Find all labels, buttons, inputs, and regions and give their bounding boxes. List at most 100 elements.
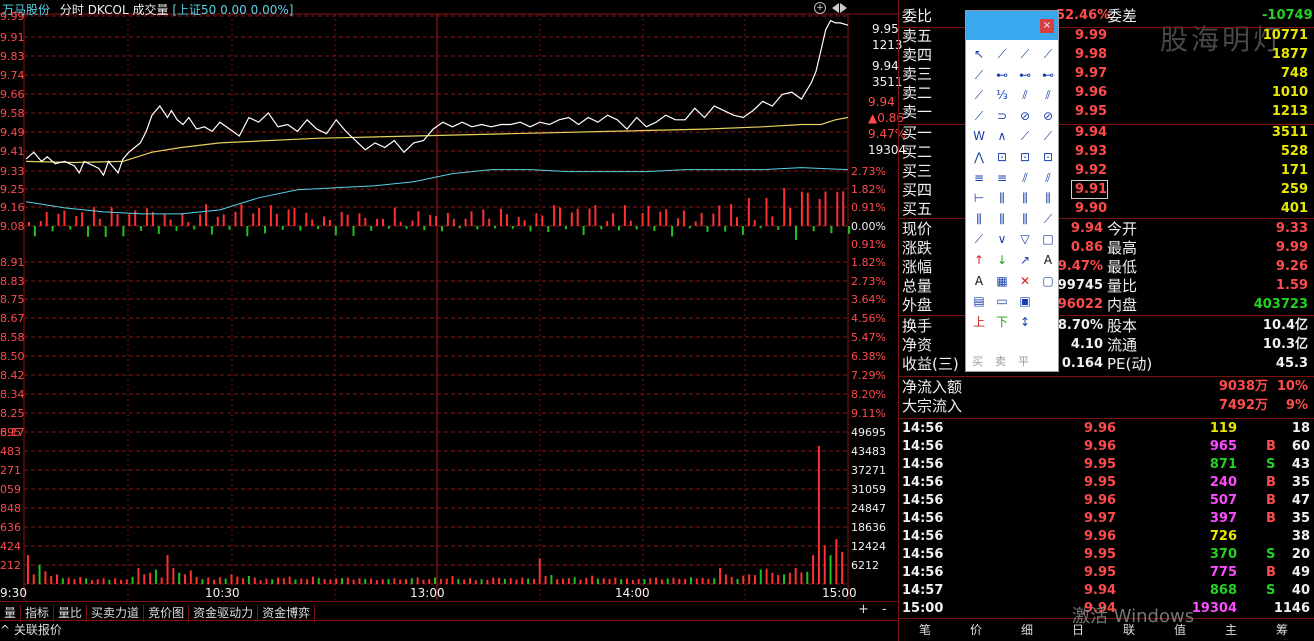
- cycle-icon[interactable]: ⫼: [993, 189, 1011, 207]
- arrow-line-icon[interactable]: ⟋: [970, 66, 988, 84]
- level-price[interactable]: 9.99: [1075, 27, 1107, 45]
- speed-line-icon[interactable]: ⫽: [1016, 169, 1034, 187]
- h-line-icon[interactable]: ⊷: [1016, 66, 1034, 84]
- stat-label: 收益(三): [902, 355, 959, 373]
- fib-retrace-icon[interactable]: ≡: [970, 169, 988, 187]
- text-icon[interactable]: A: [1039, 251, 1057, 269]
- dkcol-bar: [635, 226, 638, 230]
- box-time-icon[interactable]: ⫼: [993, 210, 1011, 228]
- circle-icon[interactable]: ⊘: [1016, 107, 1034, 125]
- down-mark-icon[interactable]: 下: [993, 313, 1011, 331]
- cycle3-icon[interactable]: ⫼: [1039, 189, 1057, 207]
- intraday-chart[interactable]: 9.999.919.839.749.669.589.499.419.339.25…: [0, 0, 900, 641]
- h-segment-icon[interactable]: ⊷: [1039, 66, 1057, 84]
- indicator-label[interactable]: DKCOL: [88, 3, 129, 17]
- blank-icon[interactable]: [1039, 292, 1057, 310]
- ruler-icon[interactable]: ▤: [970, 292, 988, 310]
- side-tab[interactable]: 筹: [1259, 621, 1305, 638]
- level-label: 卖一: [902, 103, 933, 121]
- fib-time-icon[interactable]: ⫼: [970, 210, 988, 228]
- trade-flag: S: [1266, 583, 1276, 598]
- volume-bar: [672, 577, 675, 584]
- fan2-icon[interactable]: ⟋: [1039, 127, 1057, 145]
- ellipse-icon[interactable]: ⊘: [1039, 107, 1057, 125]
- flat-mark-icon[interactable]: ↕: [1016, 313, 1034, 331]
- zigzag-icon[interactable]: ∧: [993, 127, 1011, 145]
- fib-third-icon[interactable]: ⅓: [993, 86, 1011, 104]
- level-price[interactable]: 9.96: [1075, 84, 1107, 102]
- price-tag-icon[interactable]: ▣: [1016, 292, 1034, 310]
- gann-icon[interactable]: ⋀: [970, 148, 988, 166]
- down-tri-icon[interactable]: ∨: [993, 230, 1011, 248]
- dkcol-bar: [246, 226, 249, 237]
- stat-label: PE(动): [1107, 355, 1153, 373]
- level-price[interactable]: 9.98: [1075, 46, 1107, 64]
- up-caret-icon[interactable]: ^: [0, 621, 10, 640]
- dkcol-bar: [81, 212, 84, 226]
- parallel-icon[interactable]: ⊷: [993, 66, 1011, 84]
- wave-icon[interactable]: W: [970, 127, 988, 145]
- pct-axis-label: 8.20%: [851, 388, 886, 401]
- side-tab[interactable]: 主: [1208, 621, 1254, 638]
- drawing-toolbox[interactable]: × ↖ ⟋ ⟋ ⟋ ⟋ ⊷ ⊷ ⊷ ⟋ ⅓ ⫽ ⫽ ⟋ ⊃ ⊘ ⊘ W ∧ ⟋ ⟋ ⋀ ⊡ ⊡ ⊡ ≡ ≡ ⫽ ⫽ ⊢ ⫼ ⫼ ⫼ ⫼ ⫼ ⫼ ⟋ ⟋ ∨…: [965, 10, 1059, 372]
- volume-bar: [643, 579, 646, 584]
- fib-ext-icon[interactable]: ≡: [993, 169, 1011, 187]
- level-price[interactable]: 9.90: [1075, 200, 1107, 218]
- gp-box-icon[interactable]: ⊡: [993, 148, 1011, 166]
- up-mark-icon[interactable]: 上: [970, 313, 988, 331]
- period-icon[interactable]: ⊢: [970, 189, 988, 207]
- level-price[interactable]: 9.93: [1075, 143, 1107, 161]
- cross-arrow-icon[interactable]: ↗: [1016, 251, 1034, 269]
- settings-icon[interactable]: +: [814, 2, 826, 14]
- angle2-icon[interactable]: ⟋: [970, 230, 988, 248]
- speed-line2-icon[interactable]: ⫽: [1039, 169, 1057, 187]
- angle-icon[interactable]: ⟋: [1039, 210, 1057, 228]
- cycle2-icon[interactable]: ⫼: [1016, 189, 1034, 207]
- level-price[interactable]: 9.92: [1075, 162, 1107, 180]
- segment-icon[interactable]: ⟋: [1039, 45, 1057, 63]
- stock-name[interactable]: 万马股份: [2, 3, 50, 17]
- stat-label: 内盘: [1107, 296, 1138, 314]
- triangle-icon[interactable]: ▽: [1016, 230, 1034, 248]
- small-box-icon[interactable]: ▢: [1039, 272, 1057, 290]
- ray-icon[interactable]: ⟋: [1016, 45, 1034, 63]
- cross-line-icon[interactable]: ⟋: [970, 107, 988, 125]
- dkcol-bar: [606, 220, 609, 226]
- label-icon[interactable]: ▭: [993, 292, 1011, 310]
- arc-icon[interactable]: ⊃: [993, 107, 1011, 125]
- price-axis-label: 9.16: [0, 201, 25, 214]
- zoom-in-button[interactable]: +: [858, 602, 869, 617]
- time-icon[interactable]: ⫼: [1016, 210, 1034, 228]
- prev-arrow-icon[interactable]: [832, 3, 839, 13]
- mode-label[interactable]: 分时: [60, 3, 84, 17]
- level-price[interactable]: 9.95: [1075, 103, 1107, 121]
- fan-icon[interactable]: ⟋: [1016, 127, 1034, 145]
- zoom-out-button[interactable]: -: [882, 602, 887, 617]
- up-arrow-icon[interactable]: ↑: [970, 251, 988, 269]
- down-arrow-icon[interactable]: ↓: [993, 251, 1011, 269]
- ga-box-icon[interactable]: ⊡: [1016, 148, 1034, 166]
- delete-icon[interactable]: ✕: [1016, 272, 1034, 290]
- line-icon[interactable]: ⟋: [993, 45, 1011, 63]
- pointer-icon[interactable]: ↖: [970, 45, 988, 63]
- side-tab[interactable]: 细: [1004, 621, 1050, 638]
- rectangle-icon[interactable]: □: [1039, 230, 1057, 248]
- blank2-icon[interactable]: [1039, 313, 1057, 331]
- next-arrow-icon[interactable]: [840, 3, 847, 13]
- channel2-icon[interactable]: ⫽: [1039, 86, 1057, 104]
- channel-icon[interactable]: ⫽: [1016, 86, 1034, 104]
- note-icon[interactable]: ▦: [993, 272, 1011, 290]
- toolbox-close-button[interactable]: ×: [1040, 19, 1054, 33]
- volume-bar: [218, 577, 221, 584]
- side-tab[interactable]: 价: [953, 621, 999, 638]
- g-box-icon[interactable]: ⊡: [1039, 148, 1057, 166]
- level-price[interactable]: 9.94: [1075, 124, 1107, 142]
- dkcol-bar: [588, 208, 591, 226]
- level-price[interactable]: 9.97: [1075, 65, 1107, 83]
- related-quote-tab[interactable]: 关联报价: [14, 623, 62, 637]
- text-box-icon[interactable]: A: [970, 272, 988, 290]
- dkcol-bar: [706, 226, 709, 233]
- pct-axis-label: 6.38%: [851, 350, 886, 363]
- trend-icon[interactable]: ⟋: [970, 86, 988, 104]
- side-tab[interactable]: 笔: [902, 621, 948, 638]
